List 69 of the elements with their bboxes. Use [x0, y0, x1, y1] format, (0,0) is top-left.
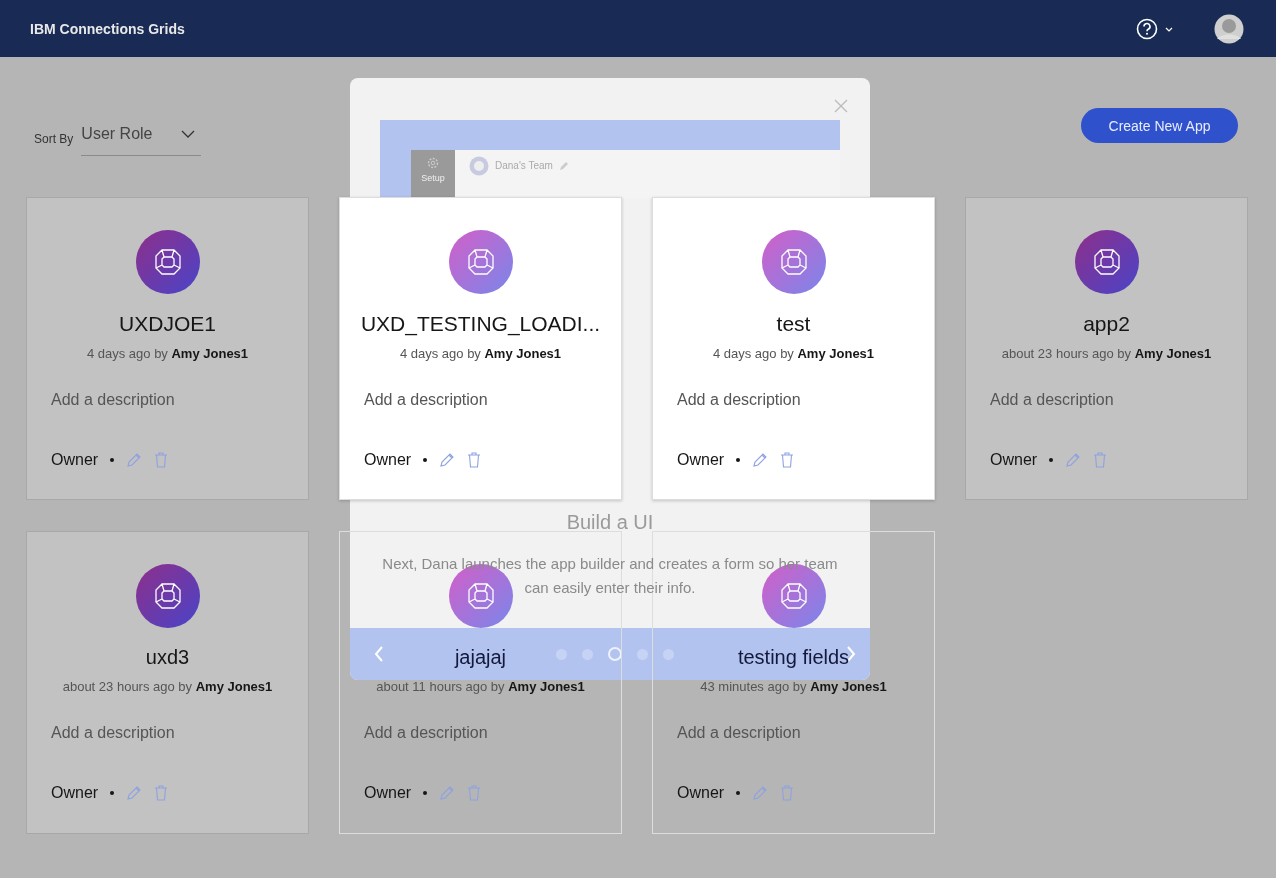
gear-icon [426, 156, 440, 170]
separator-dot [1049, 458, 1054, 462]
delete-icon[interactable] [154, 785, 169, 801]
delete-icon[interactable] [467, 785, 482, 801]
app-card[interactable]: uxd3 about 23 hours ago by Amy Jones1 Add a description Owner [26, 531, 309, 834]
modified-info: about 23 hours ago by Amy Jones1 [1001, 346, 1212, 361]
role-label: Owner [364, 451, 412, 469]
app-name: uxd3 [145, 646, 190, 669]
description-field[interactable]: Add a description [340, 391, 621, 409]
role-label: Owner [677, 784, 725, 802]
delete-icon[interactable] [1093, 452, 1108, 468]
delete-icon[interactable] [467, 452, 482, 468]
description-field[interactable]: Add a description [340, 724, 621, 742]
modified-info: 4 days ago by Amy Jones1 [712, 346, 875, 361]
carousel-dot[interactable] [608, 647, 622, 661]
edit-icon[interactable] [126, 452, 143, 468]
role-label: Owner [677, 451, 725, 469]
description-field[interactable]: Add a description [966, 391, 1247, 409]
description-field[interactable]: Add a description [27, 391, 308, 409]
app-card[interactable]: test 4 days ago by Amy Jones1 Add a description Owner [652, 197, 935, 500]
edit-icon[interactable] [752, 452, 769, 468]
avatar-icon[interactable] [1214, 13, 1244, 44]
edit-icon[interactable] [752, 785, 769, 801]
close-icon[interactable] [834, 99, 848, 113]
separator-dot [110, 791, 115, 795]
edit-icon[interactable] [1065, 452, 1082, 468]
app-card[interactable]: UXD_TESTING_LOADI... 4 days ago by Amy Jones1 Add a description Owner [339, 197, 622, 500]
role-label: Owner [364, 784, 412, 802]
separator-dot [736, 458, 741, 462]
description-field[interactable]: Add a description [653, 724, 934, 742]
description-field[interactable]: Add a description [653, 391, 934, 409]
app-name: UXDJOE1 [119, 312, 216, 336]
app-card[interactable]: UXDJOE1 4 days ago by Amy Jones1 Add a description Owner [26, 197, 309, 500]
pencil-icon [558, 161, 569, 171]
modified-info: about 11 hours ago by Amy Jones1 [376, 679, 585, 694]
sidebar-label: Setup [421, 173, 445, 183]
separator-dot [736, 791, 741, 795]
modified-info: 4 days ago by Amy Jones1 [86, 346, 249, 361]
delete-icon[interactable] [780, 452, 795, 468]
role-label: Owner [51, 451, 99, 469]
delete-icon[interactable] [154, 452, 169, 468]
role-label: Owner [990, 451, 1038, 469]
app-card[interactable]: app2 about 23 hours ago by Amy Jones1 Add a description Owner [965, 197, 1248, 500]
edit-icon[interactable] [439, 785, 456, 801]
sort-dropdown[interactable]: User Role [81, 121, 202, 156]
create-new-app-button[interactable]: Create New App [1081, 108, 1238, 143]
separator-dot [110, 458, 115, 462]
app-name: testing fields [737, 646, 850, 669]
separator-dot [423, 458, 428, 462]
app-name: test [776, 312, 811, 336]
edit-icon[interactable] [126, 785, 143, 801]
sort-label: Sort By [34, 131, 74, 146]
dialog-title: Build a UI [565, 511, 655, 534]
description-field[interactable]: Add a description [27, 724, 308, 742]
edit-icon[interactable] [439, 452, 456, 468]
app-name: jajajaj [454, 646, 507, 669]
modified-info: about 23 hours ago by Amy Jones1 [62, 679, 273, 694]
modified-info: 4 days ago by Amy Jones1 [399, 346, 562, 361]
app-name: app2 [1083, 312, 1130, 336]
delete-icon[interactable] [780, 785, 795, 801]
help-menu-button[interactable] [1136, 16, 1174, 41]
app-title: IBM Connections Grids [30, 20, 185, 37]
caret-icon [181, 130, 196, 138]
team-name: Dana's Team [495, 159, 553, 173]
team-avatar-icon [469, 156, 489, 176]
app-name: UXD_TESTING_LOADI... [360, 312, 601, 336]
separator-dot [423, 791, 428, 795]
modified-info: 43 minutes ago by Amy Jones1 [700, 679, 887, 694]
role-label: Owner [51, 784, 99, 802]
